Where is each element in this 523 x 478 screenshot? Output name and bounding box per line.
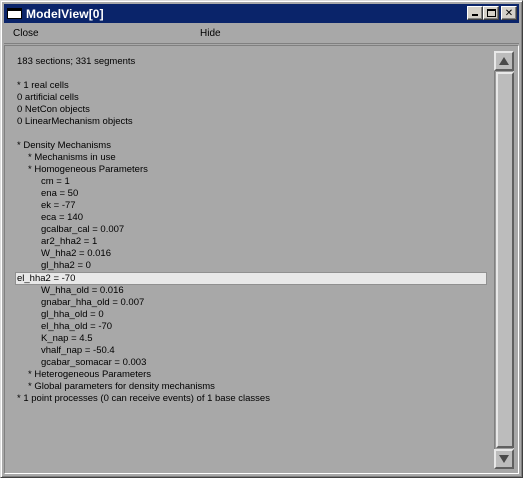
- close-button[interactable]: ✕: [501, 6, 517, 20]
- model-tree: 183 sections; 331 segments * 1 real cell…: [15, 56, 487, 405]
- tree-row-param[interactable]: gcalbar_cal = 0.007: [17, 224, 487, 236]
- tree-row-param[interactable]: vhalf_nap = -50.4: [17, 345, 487, 357]
- tree-row-selected[interactable]: el_hha2 = -70: [15, 272, 487, 285]
- title-bar[interactable]: ModelView[0] ✕: [4, 4, 519, 23]
- vertical-scrollbar[interactable]: [494, 51, 514, 469]
- tree-row-param[interactable]: el_hha_old = -70: [17, 321, 487, 333]
- minimize-button[interactable]: [467, 6, 483, 20]
- scroll-up-button[interactable]: [494, 51, 514, 71]
- minimize-icon: [472, 14, 478, 16]
- modelview-window: ModelView[0] ✕ Close Hide 183 sections; …: [0, 0, 523, 478]
- tree-row-param[interactable]: gnabar_hha_old = 0.007: [17, 297, 487, 309]
- model-tree-panel: 183 sections; 331 segments * 1 real cell…: [4, 45, 519, 474]
- tree-row-mechanisms-in-use[interactable]: * Mechanisms in use: [17, 152, 487, 164]
- tree-row-sections[interactable]: 183 sections; 331 segments: [17, 56, 487, 68]
- arrow-down-icon: [499, 455, 509, 463]
- tree-row-param[interactable]: gcabar_somacar = 0.003: [17, 357, 487, 369]
- arrow-up-icon: [499, 57, 509, 65]
- menu-hide[interactable]: Hide: [200, 28, 221, 39]
- tree-row-param[interactable]: gl_hha2 = 0: [17, 260, 487, 272]
- tree-row-param[interactable]: ar2_hha2 = 1: [17, 236, 487, 248]
- menu-close[interactable]: Close: [13, 28, 39, 39]
- tree-row-param[interactable]: gl_hha_old = 0: [17, 309, 487, 321]
- scroll-thumb[interactable]: [496, 72, 514, 448]
- tree-row-real-cells[interactable]: * 1 real cells: [17, 80, 487, 92]
- menu-bar: Close Hide: [4, 25, 519, 44]
- maximize-icon: [487, 9, 496, 17]
- maximize-button[interactable]: [483, 6, 499, 20]
- tree-row-param[interactable]: K_nap = 4.5: [17, 333, 487, 345]
- tree-row-param[interactable]: W_hha2 = 0.016: [17, 248, 487, 260]
- tree-row-param[interactable]: eca = 140: [17, 212, 487, 224]
- tree-row-homogeneous-parameters[interactable]: * Homogeneous Parameters: [17, 164, 487, 176]
- tree-row-density-mechanisms[interactable]: * Density Mechanisms: [17, 140, 487, 152]
- title-buttons: ✕: [467, 6, 517, 20]
- tree-row-linear-mechanism[interactable]: 0 LinearMechanism objects: [17, 116, 487, 128]
- scroll-track[interactable]: [494, 71, 514, 449]
- scroll-down-button[interactable]: [494, 449, 514, 469]
- tree-row-heterogeneous-parameters[interactable]: * Heterogeneous Parameters: [17, 369, 487, 381]
- tree-row-param[interactable]: cm = 1: [17, 176, 487, 188]
- tree-row-global-parameters[interactable]: * Global parameters for density mechanis…: [17, 381, 487, 393]
- tree-row-param[interactable]: ek = -77: [17, 200, 487, 212]
- close-icon: ✕: [504, 7, 514, 19]
- tree-row-artificial-cells[interactable]: 0 artificial cells: [17, 92, 487, 104]
- tree-row-netcon[interactable]: 0 NetCon objects: [17, 104, 487, 116]
- tree-row-param[interactable]: W_hha_old = 0.016: [17, 285, 487, 297]
- window-title: ModelView[0]: [26, 6, 104, 21]
- window-icon: [7, 8, 22, 19]
- tree-row-param[interactable]: ena = 50: [17, 188, 487, 200]
- tree-row-point-processes[interactable]: * 1 point processes (0 can receive event…: [17, 393, 487, 405]
